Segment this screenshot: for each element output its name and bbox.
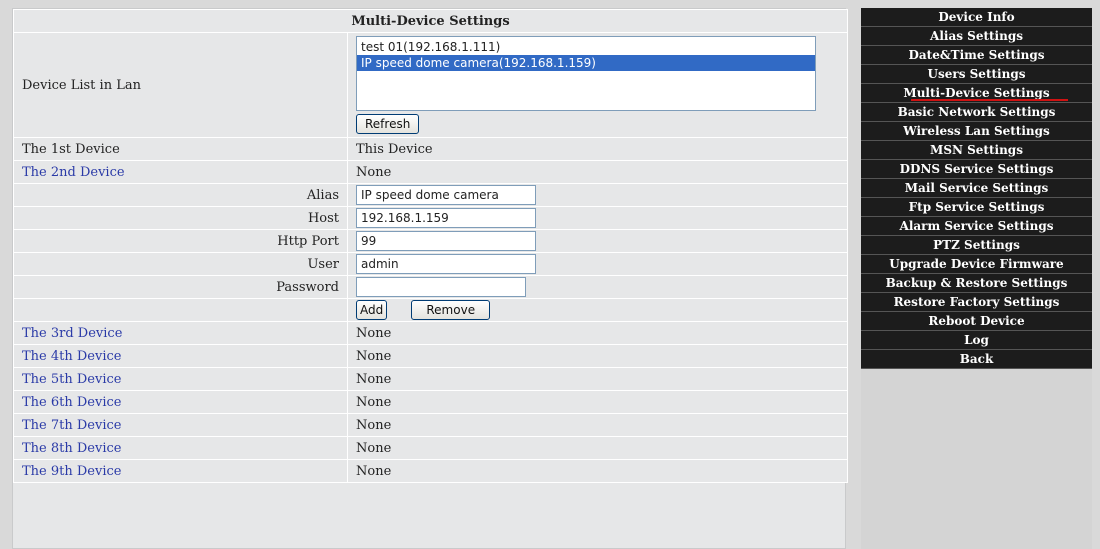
device-row-4: The 4th Device None	[13, 344, 848, 368]
host-input[interactable]	[356, 208, 536, 228]
menu-item-multi-device-settings[interactable]: Multi-Device Settings	[861, 84, 1092, 103]
title-row: Multi-Device Settings	[13, 9, 848, 33]
remove-button[interactable]: Remove	[411, 300, 491, 320]
menu-item-restore-factory-settings[interactable]: Restore Factory Settings	[861, 293, 1092, 312]
http-port-input[interactable]	[356, 231, 536, 251]
alias-input[interactable]	[356, 185, 536, 205]
user-input[interactable]	[356, 254, 536, 274]
refresh-button[interactable]: Refresh	[356, 114, 420, 134]
device-row-7: The 7th Device None	[13, 413, 848, 437]
device-value-1: This Device	[347, 137, 848, 161]
device-value-6: None	[347, 390, 848, 414]
settings-table: Multi-Device Settings Device List in Lan…	[13, 9, 848, 483]
menu-item-ddns-service-settings[interactable]: DDNS Service Settings	[861, 160, 1092, 179]
device-value-4: None	[347, 344, 848, 368]
menu-item-basic-network-settings[interactable]: Basic Network Settings	[861, 103, 1092, 122]
menu-item-date-time-settings[interactable]: Date&Time Settings	[861, 46, 1092, 65]
user-row: User	[13, 252, 848, 276]
device-link-4[interactable]: The 4th Device	[13, 344, 348, 368]
settings-sidebar: Device Info Alias Settings Date&Time Set…	[861, 8, 1092, 549]
device-link-3[interactable]: The 3rd Device	[13, 321, 348, 345]
device-listbox[interactable]: test 01(192.168.1.111) IP speed dome cam…	[356, 36, 816, 111]
menu-item-users-settings[interactable]: Users Settings	[861, 65, 1092, 84]
device-row-9: The 9th Device None	[13, 459, 848, 483]
menu-item-msn-settings[interactable]: MSN Settings	[861, 141, 1092, 160]
add-remove-row: Add Remove	[13, 298, 848, 322]
empty-cell	[13, 298, 348, 322]
device-row-8: The 8th Device None	[13, 436, 848, 460]
device-link-9[interactable]: The 9th Device	[13, 459, 348, 483]
host-row: Host	[13, 206, 848, 230]
device-row-2: The 2nd Device None	[13, 160, 848, 184]
device-link-7[interactable]: The 7th Device	[13, 413, 348, 437]
http-port-label: Http Port	[13, 229, 348, 253]
menu-item-mail-service-settings[interactable]: Mail Service Settings	[861, 179, 1092, 198]
alias-label: Alias	[13, 183, 348, 207]
menu-item-log[interactable]: Log	[861, 331, 1092, 350]
menu-item-backup-restore-settings[interactable]: Backup & Restore Settings	[861, 274, 1092, 293]
device-list-cell: test 01(192.168.1.111) IP speed dome cam…	[347, 32, 848, 138]
device-list-label: Device List in Lan	[13, 32, 348, 138]
device-list-row: Device List in Lan test 01(192.168.1.111…	[13, 32, 848, 138]
device-link-6[interactable]: The 6th Device	[13, 390, 348, 414]
device-label-1: The 1st Device	[13, 137, 348, 161]
page-title: Multi-Device Settings	[13, 9, 848, 33]
menu-item-alias-settings[interactable]: Alias Settings	[861, 27, 1092, 46]
menu-item-ftp-service-settings[interactable]: Ftp Service Settings	[861, 198, 1092, 217]
menu-item-upgrade-device-firmware[interactable]: Upgrade Device Firmware	[861, 255, 1092, 274]
device-link-5[interactable]: The 5th Device	[13, 367, 348, 391]
password-input[interactable]	[356, 277, 526, 297]
device-value-3: None	[347, 321, 848, 345]
menu-item-wireless-lan-settings[interactable]: Wireless Lan Settings	[861, 122, 1092, 141]
alias-row: Alias	[13, 183, 848, 207]
menu-item-ptz-settings[interactable]: PTZ Settings	[861, 236, 1092, 255]
menu-item-back[interactable]: Back	[861, 350, 1092, 369]
device-link-2[interactable]: The 2nd Device	[13, 160, 348, 184]
add-button[interactable]: Add	[356, 300, 388, 320]
device-row-6: The 6th Device None	[13, 390, 848, 414]
menu-item-alarm-service-settings[interactable]: Alarm Service Settings	[861, 217, 1092, 236]
device-row-3: The 3rd Device None	[13, 321, 848, 345]
device-value-7: None	[347, 413, 848, 437]
host-label: Host	[13, 206, 348, 230]
device-list-option-selected[interactable]: IP speed dome camera(192.168.1.159)	[357, 55, 815, 71]
device-row-1: The 1st Device This Device	[13, 137, 848, 161]
multi-device-settings-panel: Multi-Device Settings Device List in Lan…	[12, 8, 848, 549]
menu-item-reboot-device[interactable]: Reboot Device	[861, 312, 1092, 331]
device-value-2: None	[347, 160, 848, 184]
password-row: Password	[13, 275, 848, 299]
device-link-8[interactable]: The 8th Device	[13, 436, 348, 460]
password-label: Password	[13, 275, 348, 299]
device-value-8: None	[347, 436, 848, 460]
device-row-5: The 5th Device None	[13, 367, 848, 391]
device-value-9: None	[347, 459, 848, 483]
device-value-5: None	[347, 367, 848, 391]
settings-menu: Device Info Alias Settings Date&Time Set…	[861, 8, 1092, 369]
menu-item-device-info[interactable]: Device Info	[861, 8, 1092, 27]
http-port-row: Http Port	[13, 229, 848, 253]
user-label: User	[13, 252, 348, 276]
device-list-option[interactable]: test 01(192.168.1.111)	[357, 39, 815, 55]
